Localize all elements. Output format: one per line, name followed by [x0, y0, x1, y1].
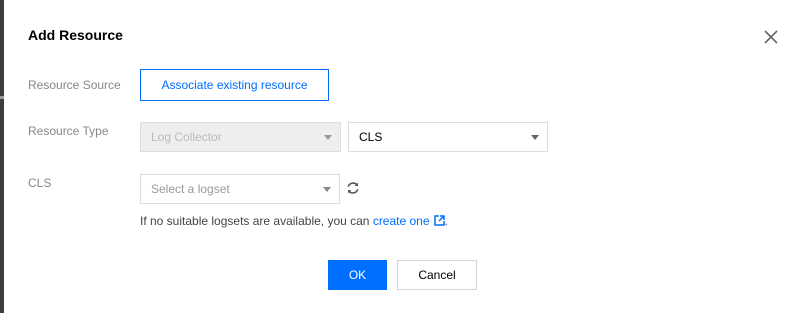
- refresh-icon[interactable]: [346, 181, 360, 195]
- resource-source-label: Resource Source: [28, 78, 121, 92]
- resource-type-select-value: Log Collector: [151, 130, 222, 144]
- logset-hint: If no suitable logsets are available, yo…: [140, 214, 448, 228]
- chevron-down-icon: [531, 135, 539, 140]
- cls-service-select[interactable]: CLS: [348, 122, 548, 152]
- chevron-down-icon: [323, 187, 331, 192]
- associate-existing-resource-button[interactable]: Associate existing resource: [140, 69, 329, 101]
- logset-hint-suffix: .: [444, 214, 448, 228]
- resource-type-label: Resource Type: [28, 124, 109, 138]
- cls-service-select-value: CLS: [359, 130, 383, 144]
- resource-type-select: Log Collector: [140, 122, 341, 152]
- background-edge-notch: [0, 96, 4, 99]
- create-one-link-label: create one: [372, 214, 430, 228]
- external-link-icon: [433, 215, 445, 226]
- close-icon[interactable]: [762, 28, 780, 46]
- cancel-button[interactable]: Cancel: [397, 260, 477, 290]
- dialog-title: Add Resource: [28, 27, 123, 43]
- add-resource-dialog: Add Resource Resource Source Associate e…: [0, 0, 797, 313]
- logset-select[interactable]: Select a logset: [140, 174, 340, 204]
- background-edge: [0, 0, 4, 313]
- ok-button[interactable]: OK: [328, 260, 387, 290]
- create-one-link[interactable]: create one: [373, 214, 445, 228]
- logset-select-placeholder: Select a logset: [151, 182, 230, 196]
- cls-label: CLS: [28, 176, 52, 190]
- logset-hint-text: If no suitable logsets are available, yo…: [140, 214, 373, 228]
- chevron-down-icon: [324, 135, 332, 140]
